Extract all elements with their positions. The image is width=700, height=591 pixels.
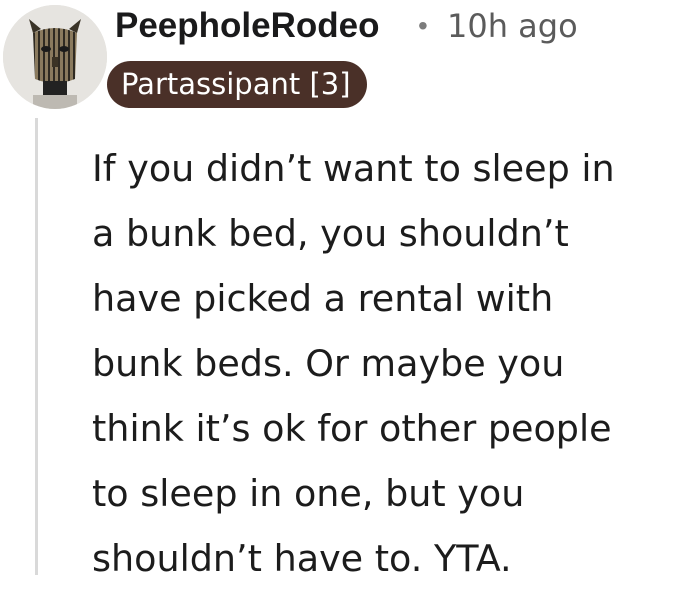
comment-body-line: bunk beds. Or maybe you	[92, 342, 565, 385]
comment-body-line: to sleep in one, but you	[92, 472, 525, 515]
comment: PeepholeRodeo • 10h ago Partassipant [3]…	[0, 0, 700, 580]
thread-line[interactable]	[35, 118, 38, 575]
comment-body: If you didn’t want to sleep in a bunk be…	[92, 136, 692, 591]
comment-body-line: If you didn’t want to sleep in	[92, 147, 615, 190]
comment-body-line: shouldn’t have to. YTA.	[92, 537, 512, 580]
comment-body-line: a bunk bed, you shouldn’t	[92, 212, 569, 255]
comment-timestamp[interactable]: 10h ago	[447, 6, 578, 46]
user-flair-badge: Partassipant [3]	[107, 61, 367, 108]
user-avatar-icon[interactable]	[3, 5, 107, 109]
comment-body-line: have picked a rental with	[92, 277, 554, 320]
username-link[interactable]: PeepholeRodeo	[115, 6, 379, 46]
comment-body-line: think it’s ok for other people	[92, 407, 612, 450]
meta-separator: •	[418, 10, 428, 41]
